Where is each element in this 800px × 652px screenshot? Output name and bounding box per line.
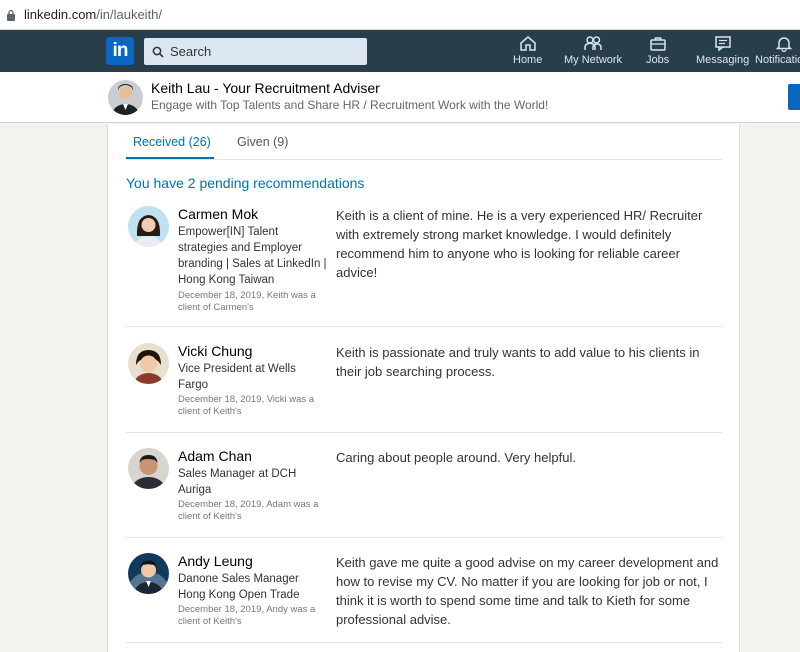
nav-item-label: Notificatio	[755, 54, 800, 66]
nav-item-my-network[interactable]: My Network	[564, 35, 622, 69]
url-domain: linkedin.com	[24, 7, 97, 22]
tab-given[interactable]: Given (9)	[237, 135, 288, 149]
profile-avatar[interactable]	[108, 80, 143, 115]
briefcase-icon	[649, 37, 666, 51]
url-text: linkedin.com/in/laukeith/	[24, 7, 162, 22]
tab-received[interactable]: Received (26)	[133, 135, 211, 149]
nav-item-label: Messaging	[696, 54, 750, 66]
search-box[interactable]	[144, 38, 367, 65]
linkedin-logo[interactable]: in	[106, 37, 134, 65]
recommender-avatar[interactable]	[128, 553, 169, 594]
nav-item-messaging[interactable]: Messaging	[696, 35, 749, 69]
profile-headline: Engage with Top Talents and Share HR / R…	[151, 98, 549, 112]
nav-item-notifications[interactable]: Notificatio	[755, 35, 800, 69]
recommender-avatar[interactable]	[128, 448, 169, 489]
recommender-name[interactable]: Andy Leung	[178, 553, 253, 569]
chat-icon	[714, 36, 731, 52]
active-tab-indicator	[126, 157, 214, 159]
logo-text: in	[112, 40, 129, 61]
recommender-name[interactable]: Adam Chan	[178, 448, 252, 464]
browser-url-bar[interactable]: linkedin.com/in/laukeith/	[0, 0, 800, 30]
recommendation-item: Vicki Chung Vice President at Wells Farg…	[126, 343, 722, 433]
pending-recommendations-link[interactable]: You have 2 pending recommendations	[126, 175, 364, 191]
nav-item-home[interactable]: Home	[513, 35, 542, 69]
home-icon	[519, 36, 536, 51]
people-icon	[584, 36, 602, 50]
profile-header: Keith Lau - Your Recruitment Adviser Eng…	[0, 72, 800, 123]
recommendation-item: Carmen Mok Empower[IN] Talent strategies…	[126, 206, 722, 327]
recommender-title: Danone Sales Manager Hong Kong Open Trad…	[178, 573, 300, 601]
recommender-title: Vice President at Wells Fargo	[178, 363, 296, 391]
recommender-title: Empower[IN] Talent strategies and Employ…	[178, 226, 327, 286]
recommendation-text: Keith gave me quite a good advise on my …	[336, 555, 719, 627]
search-icon	[152, 46, 164, 58]
recommender-avatar[interactable]	[128, 206, 169, 247]
recommendation-item: Andy Leung Danone Sales Manager Hong Kon…	[126, 553, 722, 643]
search-input[interactable]	[170, 44, 350, 59]
nav-item-label: My Network	[564, 54, 623, 66]
recommendation-meta: December 18, 2019, Vicki was a client of…	[178, 394, 315, 417]
recommendation-text: Caring about people around. Very helpful…	[336, 450, 576, 465]
recommendations-card: Received (26) Given (9) You have 2 pendi…	[107, 124, 740, 652]
recommendation-tabs: Received (26) Given (9)	[126, 124, 722, 160]
recommender-title: Sales Manager at DCH Auriga	[178, 468, 297, 496]
recommendation-item: Adam Chan Sales Manager at DCH Auriga De…	[126, 448, 722, 538]
recommender-name[interactable]: Vicki Chung	[178, 343, 252, 359]
recommender-name[interactable]: Carmen Mok	[178, 206, 258, 222]
recommendation-text: Keith is a client of mine. He is a very …	[336, 208, 703, 280]
recommender-avatar[interactable]	[128, 343, 169, 384]
profile-action-button[interactable]	[788, 84, 800, 110]
bell-icon	[775, 37, 793, 52]
nav-item-label: Jobs	[646, 54, 670, 66]
url-path: /in/laukeith/	[96, 7, 163, 22]
recommendation-meta: December 18, 2019, Andy was a client of …	[178, 604, 316, 627]
recommendation-meta: December 18, 2019, Keith was a client of…	[178, 290, 316, 313]
profile-name[interactable]: Keith Lau - Your Recruitment Adviser	[151, 80, 380, 96]
top-nav: in Home My Network Jobs	[0, 30, 800, 72]
recommendation-meta: December 18, 2019, Adam was a client of …	[178, 499, 319, 522]
nav-item-label: Home	[513, 54, 543, 66]
nav-item-jobs[interactable]: Jobs	[646, 35, 669, 69]
lock-icon	[7, 9, 15, 21]
recommendation-text: Keith is passionate and truly wants to a…	[336, 345, 700, 379]
